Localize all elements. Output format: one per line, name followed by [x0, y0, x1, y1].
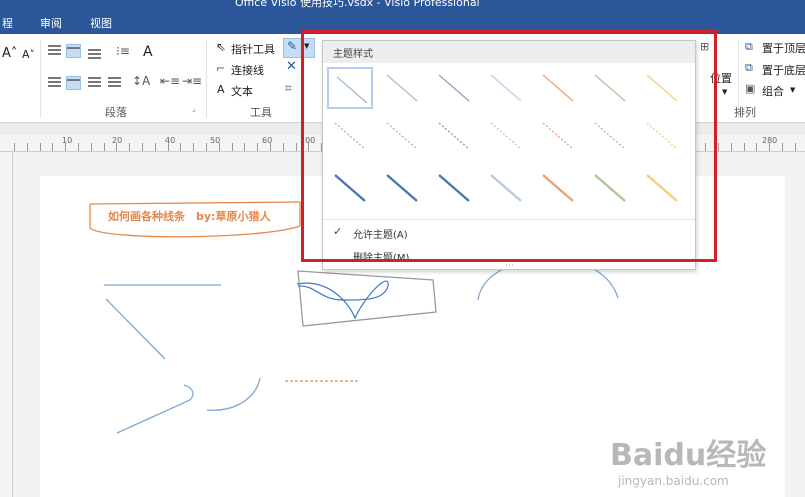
dropdown-divider	[323, 219, 695, 220]
line-style-swatch[interactable]	[483, 115, 529, 157]
line-style-swatch[interactable]	[639, 67, 685, 109]
line-style-swatch[interactable]	[431, 167, 477, 209]
watermark-url: jingyan.baidu.com	[618, 474, 729, 488]
resize-grip-icon[interactable]: ⋯	[505, 261, 514, 271]
freeform-shape	[296, 280, 389, 320]
canvas-title-text[interactable]: 如何画各种线条 by:草原小猎人	[108, 208, 270, 224]
theme-style-header: 主题样式	[333, 49, 373, 60]
title-banner-curve	[89, 225, 301, 238]
line-style-swatch[interactable]	[327, 167, 373, 209]
line-style-swatch[interactable]	[535, 67, 581, 109]
diagonal-line-shape	[105, 298, 166, 360]
line-style-swatch[interactable]	[587, 167, 633, 209]
line-style-swatch[interactable]	[639, 167, 685, 209]
dropdown-header: 主题样式	[323, 41, 695, 63]
line-style-swatch[interactable]	[379, 115, 425, 157]
line-style-swatch[interactable]	[535, 167, 581, 209]
line-style-swatch[interactable]	[431, 115, 477, 157]
watermark: Baidu经验 jingyan.baidu.com	[610, 430, 766, 488]
line-style-swatch[interactable]	[379, 67, 425, 109]
line-style-swatch[interactable]	[431, 67, 477, 109]
remove-theme-item[interactable]: 删除主题(M)	[353, 249, 409, 264]
check-icon: ✓	[333, 225, 343, 238]
line-style-swatch[interactable]	[535, 115, 581, 157]
curve-shape	[206, 377, 261, 411]
line-style-swatch[interactable]	[483, 167, 529, 209]
line-style-swatch[interactable]	[587, 115, 633, 157]
line-style-swatch[interactable]	[327, 67, 373, 109]
line-style-swatch[interactable]	[483, 67, 529, 109]
allow-theme-item[interactable]: 允许主题(A)	[353, 226, 408, 241]
arc-line-shape	[116, 384, 194, 434]
watermark-brand: Baidu经验	[610, 438, 767, 473]
theme-style-dropdown: 主题样式 ✓ 允许主题(A) 删除主题(M) ⋯	[322, 40, 696, 271]
line-style-swatch[interactable]	[327, 115, 373, 157]
line-style-swatch[interactable]	[587, 67, 633, 109]
line-style-swatch[interactable]	[639, 115, 685, 157]
line-style-swatch[interactable]	[379, 167, 425, 209]
